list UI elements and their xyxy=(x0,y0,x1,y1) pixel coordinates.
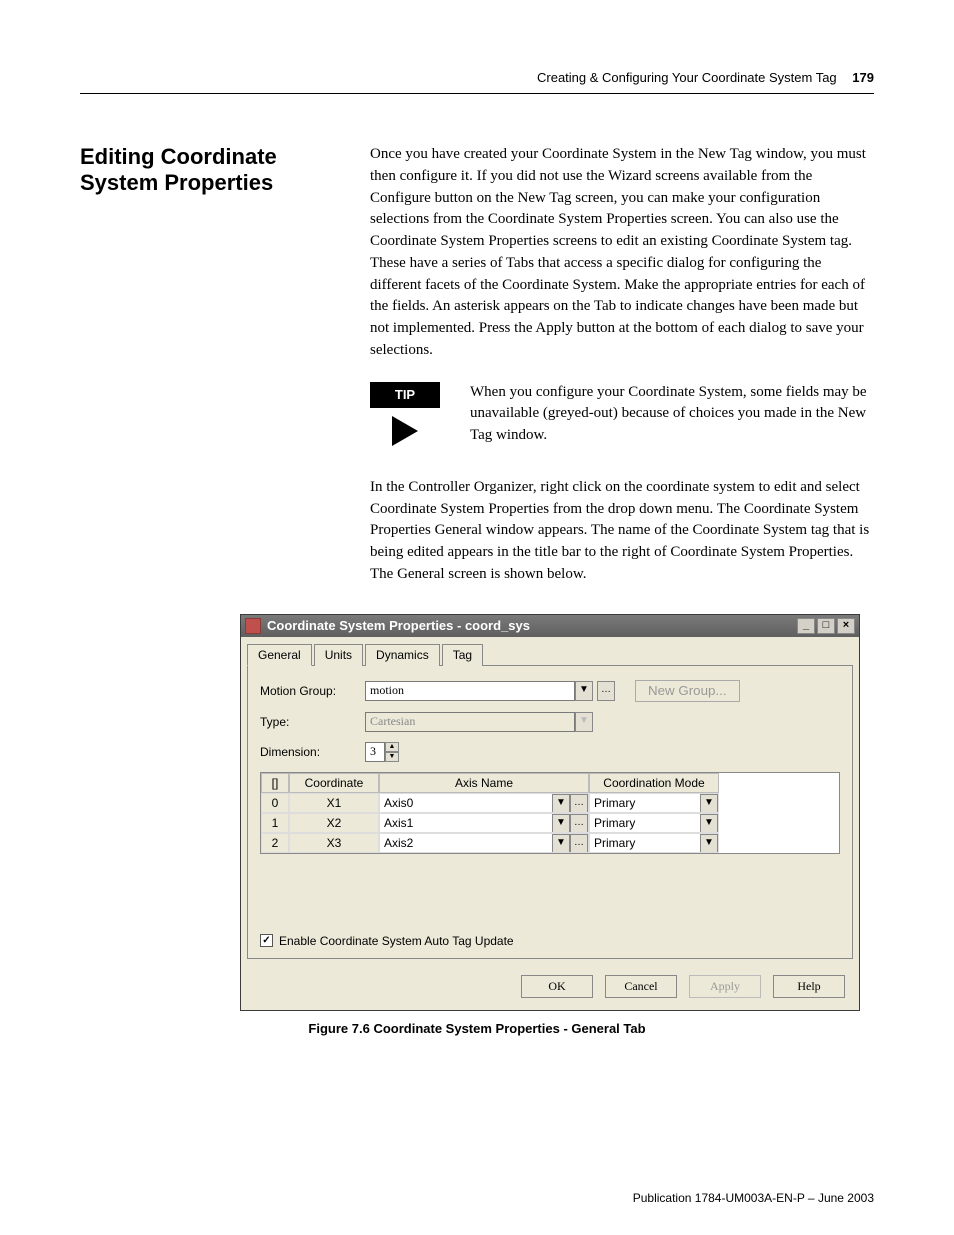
spinner-up-icon[interactable]: ▲ xyxy=(385,742,399,752)
tab-panel-general: Motion Group: motion ▼ … New Group... Ty… xyxy=(247,665,853,959)
cancel-button[interactable]: Cancel xyxy=(605,975,677,998)
coord-mode-select[interactable]: Primary▼ xyxy=(589,793,719,813)
play-arrow-icon xyxy=(392,416,418,446)
axis-name-select[interactable]: Axis1▼… xyxy=(379,813,589,833)
page-header: Creating & Configuring Your Coordinate S… xyxy=(80,70,874,94)
apply-button[interactable]: Apply xyxy=(689,975,761,998)
dialog-title: Coordinate System Properties - coord_sys xyxy=(267,618,797,633)
maximize-icon[interactable]: □ xyxy=(817,618,835,634)
spinner-down-icon[interactable]: ▼ xyxy=(385,752,399,762)
col-axis-name: Axis Name xyxy=(379,773,589,793)
table-row: 1 X2 Axis1▼… Primary▼ xyxy=(261,813,839,833)
tab-tag[interactable]: Tag xyxy=(442,644,483,666)
row-index: 1 xyxy=(261,813,289,833)
row-index: 0 xyxy=(261,793,289,813)
motion-group-select[interactable]: motion xyxy=(365,681,575,701)
row-coord: X2 xyxy=(289,813,379,833)
tip-text: When you configure your Coordinate Syste… xyxy=(470,382,874,447)
ellipsis-button[interactable]: … xyxy=(570,794,588,813)
tip-label: TIP xyxy=(370,382,440,409)
auto-tag-update-checkbox[interactable]: ✓ xyxy=(260,934,273,947)
chevron-down-icon[interactable]: ▼ xyxy=(700,794,718,813)
chevron-down-icon[interactable]: ▼ xyxy=(552,834,570,853)
row-coord: X3 xyxy=(289,833,379,853)
ellipsis-button[interactable]: … xyxy=(570,814,588,833)
coord-mode-select[interactable]: Primary▼ xyxy=(589,813,719,833)
tip-block: TIP When you configure your Coordinate S… xyxy=(370,382,874,447)
col-coordination-mode: Coordination Mode xyxy=(589,773,719,793)
row-coord: X1 xyxy=(289,793,379,813)
chevron-down-icon[interactable]: ▼ xyxy=(552,814,570,833)
figure-caption: Figure 7.6 Coordinate System Properties … xyxy=(80,1021,874,1036)
ellipsis-button[interactable]: … xyxy=(570,834,588,853)
tab-units[interactable]: Units xyxy=(314,644,363,666)
table-row: 0 X1 Axis0▼… Primary▼ xyxy=(261,793,839,813)
ellipsis-button[interactable]: … xyxy=(597,681,615,701)
minimize-icon[interactable]: _ xyxy=(797,618,815,634)
close-icon[interactable]: × xyxy=(837,618,855,634)
chevron-down-icon[interactable]: ▼ xyxy=(552,794,570,813)
publication-footer: Publication 1784-UM003A-EN-P – June 2003 xyxy=(633,1191,874,1205)
dialog-titlebar[interactable]: Coordinate System Properties - coord_sys… xyxy=(241,615,859,637)
col-coordinate: Coordinate xyxy=(289,773,379,793)
type-label: Type: xyxy=(260,715,365,729)
coord-mode-select[interactable]: Primary▼ xyxy=(589,833,719,853)
chevron-down-icon[interactable]: ▼ xyxy=(575,681,593,701)
help-button[interactable]: Help xyxy=(773,975,845,998)
ok-button[interactable]: OK xyxy=(521,975,593,998)
chevron-down-icon[interactable]: ▼ xyxy=(700,814,718,833)
axis-name-select[interactable]: Axis2▼… xyxy=(379,833,589,853)
dimension-stepper[interactable]: 3 xyxy=(365,742,385,762)
chapter-title: Creating & Configuring Your Coordinate S… xyxy=(537,70,837,85)
page-number: 179 xyxy=(852,70,874,85)
tab-dynamics[interactable]: Dynamics xyxy=(365,644,440,666)
chevron-down-icon: ▼ xyxy=(575,712,593,732)
section-heading: Editing Coordinate System Properties xyxy=(80,144,340,604)
app-icon xyxy=(245,618,261,634)
type-select: Cartesian xyxy=(365,712,575,732)
intro-paragraph: Once you have created your Coordinate Sy… xyxy=(370,144,874,362)
coord-sys-properties-dialog: Coordinate System Properties - coord_sys… xyxy=(240,614,860,1011)
chevron-down-icon[interactable]: ▼ xyxy=(700,834,718,853)
new-group-button[interactable]: New Group... xyxy=(635,680,740,702)
col-index: [] xyxy=(261,773,289,793)
dimension-label: Dimension: xyxy=(260,745,365,759)
axis-grid: [] Coordinate Axis Name Coordination Mod… xyxy=(260,772,840,854)
organizer-paragraph: In the Controller Organizer, right click… xyxy=(370,477,874,586)
table-row: 2 X3 Axis2▼… Primary▼ xyxy=(261,833,839,853)
row-index: 2 xyxy=(261,833,289,853)
tab-general[interactable]: General xyxy=(247,644,312,666)
tab-strip: General Units Dynamics Tag xyxy=(241,637,859,665)
motion-group-label: Motion Group: xyxy=(260,684,365,698)
axis-name-select[interactable]: Axis0▼… xyxy=(379,793,589,813)
auto-tag-update-label: Enable Coordinate System Auto Tag Update xyxy=(279,934,514,948)
